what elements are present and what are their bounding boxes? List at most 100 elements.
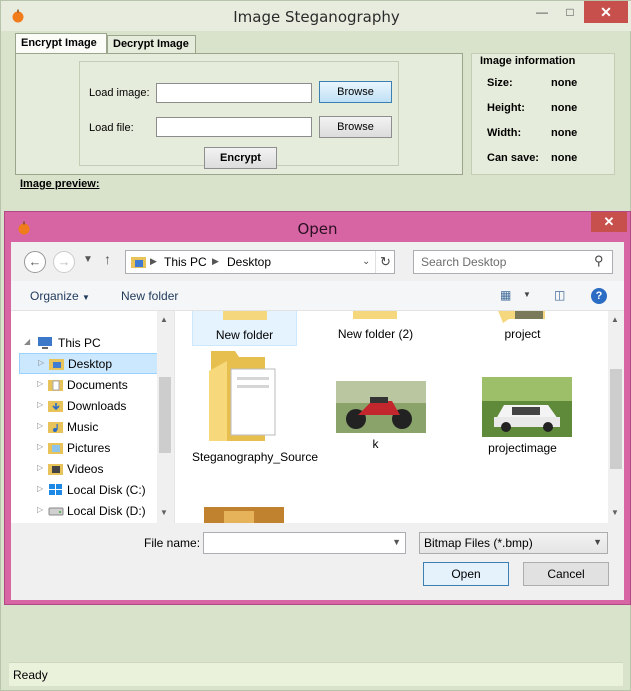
browse-file-button[interactable]: Browse xyxy=(319,116,392,138)
close-button[interactable]: ✕ xyxy=(584,1,628,23)
tab-encrypt-image[interactable]: Encrypt Image xyxy=(15,33,107,55)
expand-arrow-icon[interactable]: ▷ xyxy=(37,400,43,409)
dialog-title: Open xyxy=(297,220,338,238)
folder-location-icon xyxy=(131,257,146,268)
address-bar[interactable]: ▶ This PC ▶ Desktop ⌄ ↻ xyxy=(125,250,395,274)
breadcrumb-separator-icon: ▶ xyxy=(150,256,157,266)
music-icon xyxy=(48,422,63,433)
tree-item-music[interactable]: ▷ Music xyxy=(11,417,161,438)
scroll-up-icon[interactable]: ▲ xyxy=(611,315,619,324)
height-value: none xyxy=(551,102,578,114)
desktop-folder-icon xyxy=(49,359,64,370)
file-item-project[interactable]: project xyxy=(470,311,575,346)
file-item-new-folder-2[interactable]: New folder (2) xyxy=(323,311,428,346)
tree-item-downloads[interactable]: ▷ Downloads xyxy=(11,396,161,417)
width-label: Width: xyxy=(487,127,522,139)
tree-item-desktop[interactable]: ▷ Desktop xyxy=(19,353,158,374)
file-item-projectimage[interactable]: projectimage xyxy=(470,377,575,471)
expand-arrow-icon[interactable]: ▷ xyxy=(37,379,43,388)
image-thumbnail-car xyxy=(482,377,572,437)
tree-item-this-pc[interactable]: ◢ This PC xyxy=(11,333,161,354)
folder-icon xyxy=(223,311,267,320)
dialog-close-button[interactable]: ✕ xyxy=(591,212,627,232)
file-name-input[interactable]: ▼ xyxy=(203,532,406,554)
breadcrumb-this-pc[interactable]: This PC xyxy=(164,255,207,269)
file-scroll-thumb[interactable] xyxy=(610,369,622,469)
open-button[interactable]: Open xyxy=(423,562,509,586)
organize-chevron-icon: ▼ xyxy=(82,293,90,302)
expand-arrow-icon[interactable]: ▷ xyxy=(38,358,44,367)
browse-image-button[interactable]: Browse xyxy=(319,81,392,103)
width-value: none xyxy=(551,127,578,139)
forward-arrow-icon[interactable]: → xyxy=(53,251,75,273)
scroll-down-icon[interactable]: ▼ xyxy=(611,508,619,517)
tree-scroll-thumb[interactable] xyxy=(159,377,171,453)
folder-icon xyxy=(209,351,276,441)
organize-label: Organize xyxy=(30,289,79,303)
expand-arrow-icon[interactable]: ▷ xyxy=(37,505,43,514)
encrypt-button[interactable]: Encrypt xyxy=(204,147,277,169)
downloads-icon xyxy=(48,401,63,412)
up-arrow-icon[interactable]: ↑ xyxy=(104,251,111,267)
tree-item-videos[interactable]: ▷ Videos xyxy=(11,459,161,480)
file-view-scrollbar[interactable]: ▲ ▼ xyxy=(608,311,624,523)
scroll-down-icon[interactable]: ▼ xyxy=(160,508,168,517)
scroll-up-icon[interactable]: ▲ xyxy=(160,315,168,324)
search-input[interactable]: Search Desktop ⚲ xyxy=(413,250,613,274)
file-name-dropdown-icon[interactable]: ▼ xyxy=(392,537,401,547)
open-dialog: Open ✕ ← → ▼ ↑ ▶ This PC ▶ Desktop ⌄ ↻ S… xyxy=(4,211,631,605)
computer-icon xyxy=(38,337,52,349)
folder-icon xyxy=(498,311,545,323)
load-image-field[interactable] xyxy=(156,83,312,103)
expand-arrow-icon[interactable]: ▷ xyxy=(37,463,43,472)
file-type-dropdown-icon: ▼ xyxy=(593,537,602,547)
file-item-new-folder[interactable]: New folder xyxy=(192,311,297,346)
file-item-k[interactable]: k xyxy=(323,381,428,471)
tree-item-pictures[interactable]: ▷ Pictures xyxy=(11,438,161,459)
file-item-steganography-source[interactable]: Steganography_Source xyxy=(192,347,318,477)
load-file-field[interactable] xyxy=(156,117,312,137)
drive-icon xyxy=(48,507,64,516)
tree-item-local-disk-c[interactable]: ▷ Local Disk (C:) xyxy=(11,480,161,501)
view-chevron-icon[interactable]: ▼ xyxy=(523,290,531,299)
status-bar: Ready xyxy=(9,662,623,686)
tab-decrypt-image[interactable]: Decrypt Image xyxy=(107,35,196,54)
command-bar: Organize ▼ New folder ▦ ▼ ◫ ? xyxy=(11,281,624,311)
documents-icon xyxy=(48,380,63,391)
expand-arrow-icon[interactable]: ▷ xyxy=(37,421,43,430)
preview-pane-icon[interactable]: ◫ xyxy=(554,288,565,302)
file-type-select[interactable]: Bitmap Files (*.bmp) ▼ xyxy=(419,532,608,554)
load-file-label: Load file: xyxy=(89,122,134,134)
encrypt-group: Load image: Browse Load file: Browse Enc… xyxy=(79,61,399,169)
encrypt-panel: Load image: Browse Load file: Browse Enc… xyxy=(15,53,463,175)
size-label: Size: xyxy=(487,77,513,89)
minimize-button[interactable]: — xyxy=(528,1,556,23)
tree-scrollbar[interactable]: ▲ ▼ xyxy=(157,311,174,523)
view-options-icon[interactable]: ▦ xyxy=(500,288,511,302)
recent-locations-chevron-icon[interactable]: ▼ xyxy=(83,254,93,265)
refresh-icon[interactable]: ↻ xyxy=(375,251,395,273)
tree-item-local-disk-d[interactable]: ▷ Local Disk (D:) xyxy=(11,501,161,522)
help-icon[interactable]: ? xyxy=(591,288,607,304)
height-label: Height: xyxy=(487,102,525,114)
collapse-arrow-icon[interactable]: ◢ xyxy=(24,337,30,346)
breadcrumb-desktop[interactable]: Desktop xyxy=(227,255,271,269)
organize-button[interactable]: Organize ▼ xyxy=(30,289,90,303)
file-item-partial[interactable] xyxy=(192,507,297,523)
file-view: New folder New folder (2) project Stegan… xyxy=(174,311,624,523)
new-folder-button[interactable]: New folder xyxy=(121,289,178,303)
videos-icon xyxy=(48,464,63,475)
tree-item-documents[interactable]: ▷ Documents xyxy=(11,375,161,396)
can-save-label: Can save: xyxy=(487,152,539,164)
expand-arrow-icon[interactable]: ▷ xyxy=(37,484,43,493)
cancel-button[interactable]: Cancel xyxy=(523,562,609,586)
expand-arrow-icon[interactable]: ▷ xyxy=(37,442,43,451)
search-icon[interactable]: ⚲ xyxy=(594,253,604,269)
address-dropdown-icon[interactable]: ⌄ xyxy=(362,256,370,267)
pictures-icon xyxy=(48,443,63,454)
breadcrumb-separator-icon: ▶ xyxy=(212,256,219,266)
maximize-button[interactable]: □ xyxy=(556,1,584,23)
image-information-group: Image information Size: none Height: non… xyxy=(471,53,615,175)
back-arrow-icon[interactable]: ← xyxy=(24,251,46,273)
image-information-legend: Image information xyxy=(478,55,578,67)
